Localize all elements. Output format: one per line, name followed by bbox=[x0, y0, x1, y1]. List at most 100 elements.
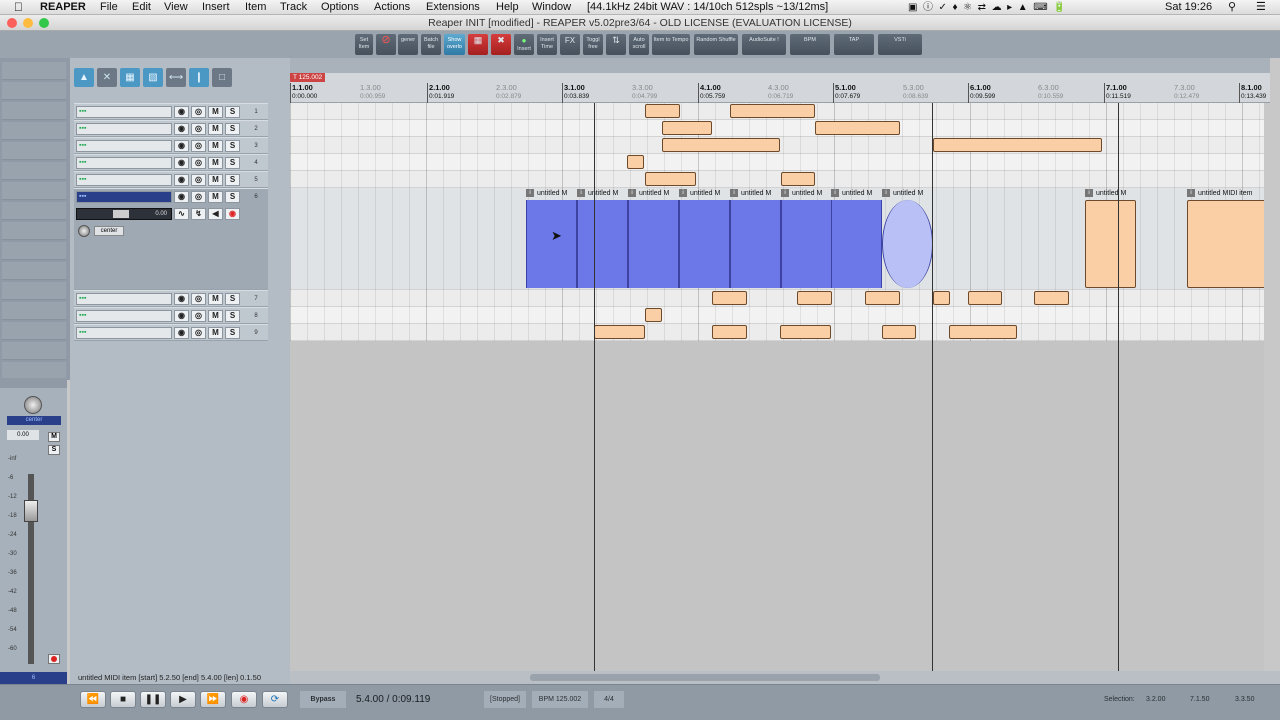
red-tool-button-1[interactable]: ▦ bbox=[468, 34, 488, 55]
fx-bypass-icon[interactable]: ◉ bbox=[174, 174, 189, 186]
mute-button[interactable]: M bbox=[208, 174, 223, 186]
midi-item[interactable] bbox=[730, 104, 815, 118]
fx-bypass-icon[interactable]: ◉ bbox=[174, 327, 189, 339]
mute-button[interactable]: M bbox=[208, 191, 223, 203]
midi-item[interactable] bbox=[645, 308, 662, 322]
midi-item-selected[interactable] bbox=[679, 200, 730, 288]
mute-button[interactable]: M bbox=[208, 140, 223, 152]
grid-lines-icon[interactable]: ▧ bbox=[143, 68, 163, 87]
track-header[interactable]: ▪▪▪ ◉ ◎ M S 3 bbox=[74, 137, 268, 154]
auto-scroll-button[interactable]: Auto scroll bbox=[629, 34, 649, 55]
track-header[interactable]: ▪▪▪ ◉ ◎ M S 2 bbox=[74, 120, 268, 137]
midi-item-selected[interactable] bbox=[577, 200, 628, 288]
menu-window[interactable]: Window bbox=[532, 0, 571, 15]
record-icon-button[interactable]: ⊘ bbox=[376, 34, 396, 55]
midi-item[interactable] bbox=[1085, 200, 1136, 288]
menu-track[interactable]: Track bbox=[280, 0, 307, 15]
envelope-link-icon[interactable]: ⟷ bbox=[166, 68, 186, 87]
track-header[interactable]: ▪▪▪ ◉ ◎ M S 4 bbox=[74, 154, 268, 171]
bypass-button[interactable]: Bypass bbox=[300, 691, 346, 708]
close-window-icon[interactable] bbox=[7, 18, 17, 28]
envelope-tool-button[interactable]: ⇅ bbox=[606, 34, 626, 55]
monitor-icon[interactable]: ◎ bbox=[191, 293, 206, 305]
track-header[interactable]: ▪▪▪ ◉ ◎ M S 6 0.00 ∿ ↯ ◀ ◉ center bbox=[74, 188, 268, 290]
grid-snap-icon[interactable]: ▦ bbox=[120, 68, 140, 87]
mixer-record-arm-button[interactable] bbox=[48, 654, 60, 664]
solo-button[interactable]: S bbox=[225, 174, 240, 186]
midi-item[interactable] bbox=[712, 291, 747, 305]
track-name-field[interactable]: ▪▪▪ bbox=[76, 157, 172, 169]
time-selection-end[interactable] bbox=[1118, 103, 1119, 671]
monitor-icon[interactable]: ◎ bbox=[191, 157, 206, 169]
item-to-tempo-button[interactable]: Item to Tempo bbox=[652, 34, 690, 55]
midi-item[interactable] bbox=[645, 172, 696, 186]
midi-item[interactable] bbox=[968, 291, 1002, 305]
time-selection-start[interactable] bbox=[594, 103, 595, 671]
menu-help[interactable]: Help bbox=[496, 0, 519, 15]
notification-center-icon[interactable]: ☰ bbox=[1256, 0, 1266, 15]
midi-item-selected[interactable] bbox=[628, 200, 679, 288]
midi-item[interactable] bbox=[712, 325, 747, 339]
rewind-button[interactable]: ⏪ bbox=[80, 691, 106, 708]
solo-button[interactable]: S bbox=[225, 191, 240, 203]
monitor-icon[interactable]: ◎ bbox=[191, 174, 206, 186]
midi-item[interactable] bbox=[1187, 200, 1264, 288]
pause-button[interactable]: ❚❚ bbox=[140, 691, 166, 708]
tap-button[interactable]: TAP bbox=[834, 34, 874, 55]
spotlight-icon[interactable]: ⚲ bbox=[1228, 0, 1236, 15]
fx-bypass-icon[interactable]: ◉ bbox=[174, 140, 189, 152]
solo-button[interactable]: S bbox=[225, 140, 240, 152]
red-tool-button-2[interactable]: ✖ bbox=[491, 34, 511, 55]
monitor-icon[interactable]: ◎ bbox=[191, 310, 206, 322]
midi-item[interactable] bbox=[882, 325, 916, 339]
monitor-icon[interactable]: ◎ bbox=[191, 327, 206, 339]
menu-actions[interactable]: Actions bbox=[374, 0, 410, 15]
midi-item-selected[interactable] bbox=[526, 200, 577, 288]
mute-button[interactable]: M bbox=[208, 106, 223, 118]
mixer-mute-button[interactable]: M bbox=[48, 432, 60, 442]
mute-button[interactable]: M bbox=[208, 123, 223, 135]
horizontal-scrollbar[interactable] bbox=[290, 671, 1280, 684]
midi-item-selected[interactable] bbox=[730, 200, 781, 288]
midi-item[interactable] bbox=[645, 104, 680, 118]
menu-view[interactable]: View bbox=[164, 0, 188, 15]
menu-item[interactable]: Item bbox=[245, 0, 266, 15]
monitor-icon[interactable]: ◎ bbox=[191, 123, 206, 135]
clock[interactable]: Sat 19:26 bbox=[1165, 0, 1212, 15]
track-header[interactable]: ▪▪▪ ◉ ◎ M S 1 bbox=[74, 103, 268, 120]
audiosuite-button[interactable]: AudioSuite ! bbox=[742, 34, 786, 55]
insert-time-button[interactable]: Insert Time bbox=[537, 34, 557, 55]
track-header[interactable]: ▪▪▪ ◉ ◎ M S 8 bbox=[74, 307, 268, 324]
phase-icon[interactable]: ◀ bbox=[208, 208, 223, 220]
ripple-edit-icon[interactable]: ▲ bbox=[74, 68, 94, 87]
track-header[interactable]: ▪▪▪ ◉ ◎ M S 9 bbox=[74, 324, 268, 341]
timeline-ruler[interactable]: T 125.002 1.1.00 0:00.000 2.1.00 0:01.919 3.… bbox=[290, 73, 1270, 103]
midi-item[interactable] bbox=[865, 291, 900, 305]
vsti-button[interactable]: VSTi bbox=[878, 34, 922, 55]
mute-button[interactable]: M bbox=[208, 310, 223, 322]
solo-button[interactable]: S bbox=[225, 123, 240, 135]
set-item-button[interactable]: Set Item bbox=[355, 34, 373, 55]
menu-edit[interactable]: Edit bbox=[132, 0, 151, 15]
fx-bypass-icon[interactable]: ◉ bbox=[174, 191, 189, 203]
fx-bypass-icon[interactable]: ◉ bbox=[174, 310, 189, 322]
mute-button[interactable]: M bbox=[208, 157, 223, 169]
selection-length[interactable]: 3.3.50 bbox=[1235, 691, 1254, 708]
io-routing-icon[interactable]: ↯ bbox=[191, 208, 206, 220]
track-volume-slider[interactable]: 0.00 bbox=[76, 208, 172, 220]
midi-item[interactable] bbox=[627, 155, 644, 169]
audio-device-info[interactable]: [44.1kHz 24bit WAV : 14/10ch 512spls ~13… bbox=[587, 0, 828, 15]
generate-button[interactable]: gener bbox=[398, 34, 418, 55]
position-display[interactable]: 5.4.00 / 0:09.119 bbox=[356, 691, 476, 708]
minimize-window-icon[interactable] bbox=[23, 18, 33, 28]
selection-start[interactable]: 3.2.00 bbox=[1146, 691, 1165, 708]
zoom-window-icon[interactable] bbox=[39, 18, 49, 28]
arrange-view[interactable]: i untitled Mi untitled Mi untitled Mi untitl… bbox=[290, 103, 1264, 671]
track-header[interactable]: ▪▪▪ ◉ ◎ M S 7 bbox=[74, 290, 268, 307]
record-arm-icon[interactable]: ◉ bbox=[225, 208, 240, 220]
pan-label[interactable]: center bbox=[7, 416, 61, 425]
track-name-field[interactable]: ▪▪▪ bbox=[76, 123, 172, 135]
solo-button[interactable]: S bbox=[225, 327, 240, 339]
app-menu[interactable]: REAPER bbox=[40, 0, 86, 15]
menu-extensions[interactable]: Extensions bbox=[426, 0, 480, 15]
